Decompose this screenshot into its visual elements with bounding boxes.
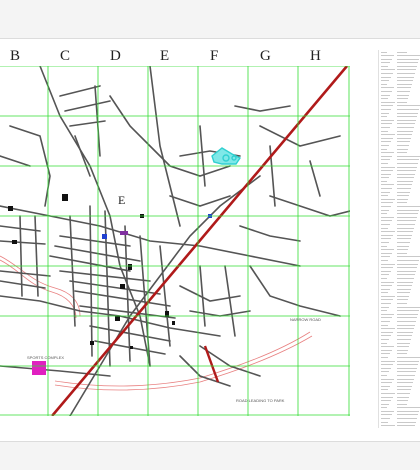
legend-panel bbox=[378, 50, 420, 428]
pink-block-label: SPORTS COMPLEX bbox=[27, 355, 65, 360]
road-label-bottom: ROAD LEADING TO PARK bbox=[236, 398, 285, 403]
pink-highlight-block[interactable] bbox=[32, 361, 46, 375]
town-map[interactable]: E bbox=[0, 66, 350, 416]
column-label-b: B bbox=[10, 48, 21, 64]
column-label-f: F bbox=[210, 48, 219, 64]
column-label-g: G bbox=[260, 48, 271, 64]
road-label-narrow: NARROW ROAD bbox=[290, 317, 321, 322]
column-label-e: E bbox=[160, 48, 170, 64]
teal-feature bbox=[211, 147, 242, 165]
landmark-blue bbox=[102, 234, 107, 239]
map-inner-letter-e: E bbox=[118, 193, 125, 207]
column-label-h: H bbox=[310, 48, 321, 64]
column-label-d: D bbox=[110, 48, 121, 64]
road-network bbox=[0, 66, 350, 416]
legend-row bbox=[381, 424, 419, 428]
landmark-purple bbox=[120, 231, 128, 235]
column-label-c: C bbox=[60, 48, 71, 64]
